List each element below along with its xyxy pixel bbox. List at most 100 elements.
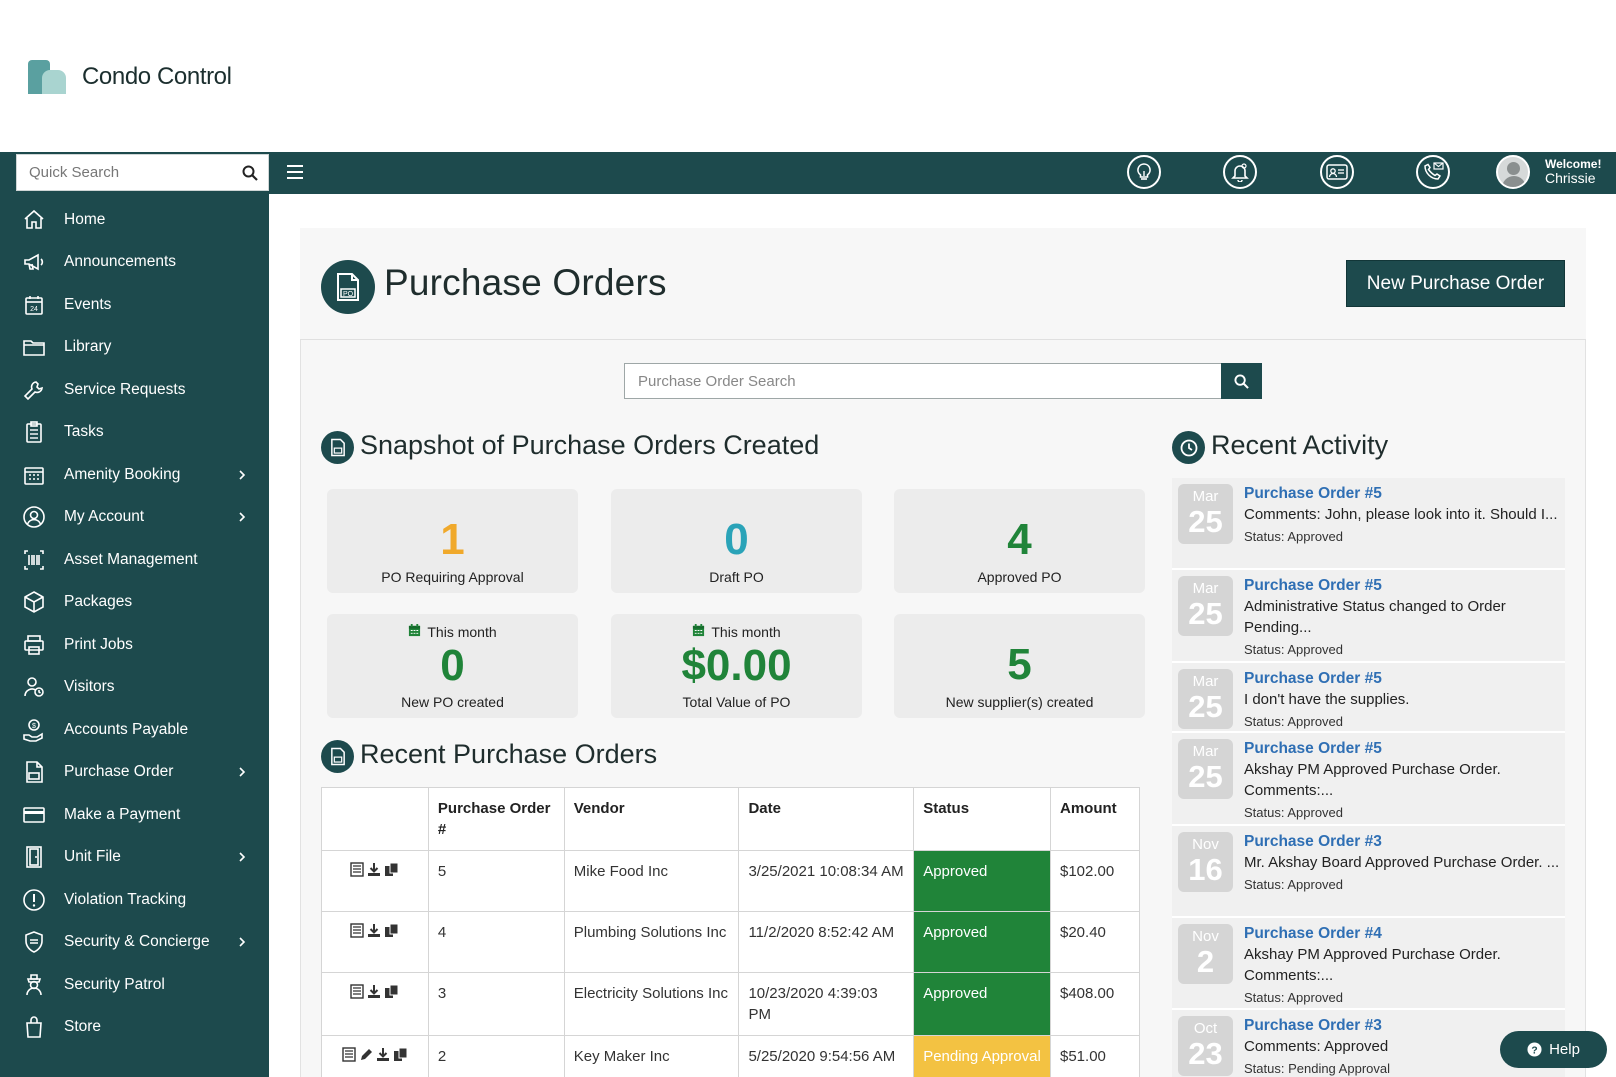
view-document-icon[interactable] [342, 1047, 356, 1068]
sidebar-item-label: Print Jobs [64, 636, 133, 653]
document-icon [321, 431, 354, 464]
edit-pencil-icon[interactable] [359, 1047, 373, 1068]
activity-title-link[interactable]: Purchase Order #5 [1244, 738, 1562, 759]
sidebar-item-service-requests[interactable]: Service Requests [0, 370, 269, 410]
sidebar-item-accounts-payable[interactable]: $ Accounts Payable [0, 710, 269, 750]
vendor-cell: Key Maker Inc [563, 1035, 740, 1077]
activity-title-link[interactable]: Purchase Order #5 [1244, 668, 1562, 689]
activity-item[interactable]: Mar 25 Purchase Order #5 Administrative Sta… [1172, 570, 1565, 663]
chevron-right-icon[interactable] [237, 470, 247, 480]
snapshot-label: Total Value of PO [682, 694, 791, 710]
activity-item[interactable]: Mar 25 Purchase Order #5 I don't have the s… [1172, 663, 1565, 733]
sidebar-item-tasks[interactable]: Tasks [0, 412, 269, 452]
chevron-right-icon[interactable] [237, 852, 247, 862]
menu-toggle-icon[interactable] [287, 164, 303, 180]
snapshot-card[interactable]: This month 0 New PO created [327, 614, 578, 718]
table-row[interactable]: 3 Electricity Solutions Inc 10/23/2020 4:3… [321, 972, 1140, 1036]
activity-item[interactable]: Nov 2 Purchase Order #4 Akshay PM Approved … [1172, 918, 1565, 1010]
sidebar-item-announcements[interactable]: Announcements [0, 242, 269, 282]
chevron-right-icon[interactable] [237, 767, 247, 777]
sidebar-item-label: Tasks [64, 423, 104, 440]
date-cell: 11/2/2020 8:52:42 AM [738, 911, 915, 973]
sidebar-item-label: Violation Tracking [64, 891, 187, 908]
sidebar-item-label: Events [64, 296, 112, 313]
table-row[interactable]: 5 Mike Food Inc 3/25/2021 10:08:34 AM Appro… [321, 850, 1140, 912]
view-document-icon[interactable] [350, 984, 365, 1005]
table-row[interactable]: 4 Plumbing Solutions Inc 11/2/2020 8:52:42… [321, 911, 1140, 973]
snapshot-card[interactable]: This month $0.00 Total Value of PO [611, 614, 862, 718]
user-avatar[interactable] [1496, 155, 1530, 189]
purchase-order-search-input[interactable] [624, 363, 1221, 399]
view-document-icon[interactable] [350, 862, 365, 883]
sidebar-item-unit-file[interactable]: Unit File [0, 837, 269, 877]
phone-mail-icon[interactable] [1416, 155, 1450, 189]
chevron-right-icon[interactable] [237, 512, 247, 522]
activity-body: Comments: John, please look into it. Sho… [1244, 506, 1558, 523]
document-icon [321, 740, 354, 773]
sidebar-item-library[interactable]: Library [0, 327, 269, 367]
sidebar-item-label: Make a Payment [64, 806, 181, 823]
snapshot-card[interactable]: 1 PO Requiring Approval [327, 489, 578, 593]
welcome-user[interactable]: Welcome! Chrissie [1545, 157, 1601, 185]
sidebar-item-store[interactable]: Store [0, 1007, 269, 1047]
welcome-label: Welcome! [1545, 157, 1602, 171]
sidebar-item-make-a-payment[interactable]: Make a Payment [0, 795, 269, 835]
sidebar-item-purchase-order[interactable]: Purchase Order [0, 752, 269, 792]
new-purchase-order-button[interactable]: New Purchase Order [1346, 260, 1565, 307]
download-icon[interactable] [367, 984, 381, 1005]
snapshot-label: New supplier(s) created [945, 694, 1094, 710]
download-icon[interactable] [367, 862, 381, 883]
activity-title-link[interactable]: Purchase Order #5 [1244, 483, 1562, 504]
activity-item[interactable]: Nov 16 Purchase Order #3 Mr. Akshay Board A… [1172, 826, 1565, 918]
sidebar-item-label: Unit File [64, 848, 121, 865]
search-icon[interactable] [232, 165, 268, 181]
sidebar-item-asset-management[interactable]: Asset Management [0, 540, 269, 580]
id-card-icon[interactable] [1320, 155, 1354, 189]
period-label: This month [327, 624, 578, 640]
sidebar-item-events[interactable]: 24 Events [0, 285, 269, 325]
search-button[interactable] [1221, 363, 1262, 399]
activity-date-badge: Oct 23 [1178, 1016, 1233, 1076]
copy-icon[interactable] [384, 984, 399, 1005]
activity-title-link[interactable]: Purchase Order #3 [1244, 831, 1562, 852]
status-badge: Approved [913, 972, 1051, 1036]
sidebar-item-my-account[interactable]: My Account [0, 497, 269, 537]
copy-icon[interactable] [384, 923, 399, 944]
status-badge: Approved [913, 850, 1051, 912]
quick-search-input[interactable] [17, 155, 232, 190]
copy-icon[interactable] [384, 862, 399, 883]
po-number-cell: 2 [427, 1035, 565, 1077]
lightbulb-icon[interactable] [1127, 155, 1161, 189]
bell-icon[interactable] [1223, 155, 1257, 189]
sidebar-item-print-jobs[interactable]: Print Jobs [0, 625, 269, 665]
sidebar-item-home[interactable]: Home [0, 200, 269, 240]
view-document-icon[interactable] [350, 923, 365, 944]
activity-item[interactable]: Mar 25 Purchase Order #5 Akshay PM Approved… [1172, 733, 1565, 826]
sidebar-item-amenity-booking[interactable]: Amenity Booking [0, 455, 269, 495]
chevron-right-icon[interactable] [237, 937, 247, 947]
snapshot-card[interactable]: 5 New supplier(s) created [894, 614, 1145, 718]
help-button[interactable]: ? Help [1500, 1031, 1607, 1068]
download-icon[interactable] [376, 1047, 390, 1068]
sidebar-item-visitors[interactable]: Visitors [0, 667, 269, 707]
activity-item[interactable]: Mar 25 Purchase Order #5 Comments: John, pl… [1172, 478, 1565, 570]
package-icon [22, 590, 46, 614]
table-header-row: Purchase Order # Vendor Date Status Amou… [321, 787, 1140, 851]
amount-cell: $51.00 [1050, 1035, 1140, 1077]
snapshot-value: 0 [440, 641, 465, 690]
download-icon[interactable] [367, 923, 381, 944]
copy-icon[interactable] [393, 1047, 408, 1068]
money-hand-icon: $ [22, 718, 46, 742]
brand-logo[interactable]: Condo Control [28, 60, 232, 94]
sidebar-item-security-patrol[interactable]: Security Patrol [0, 965, 269, 1005]
shield-icon [22, 930, 46, 954]
snapshot-card[interactable]: 4 Approved PO [894, 489, 1145, 593]
snapshot-label: New PO created [401, 694, 504, 710]
snapshot-card[interactable]: 0 Draft PO [611, 489, 862, 593]
sidebar-item-packages[interactable]: Packages [0, 582, 269, 622]
sidebar-item-security-concierge[interactable]: Security & Concierge [0, 922, 269, 962]
activity-title-link[interactable]: Purchase Order #5 [1244, 575, 1562, 596]
table-row[interactable]: 2 Key Maker Inc 5/25/2020 9:54:56 AM Pendin… [321, 1035, 1140, 1077]
sidebar-item-violation-tracking[interactable]: Violation Tracking [0, 880, 269, 920]
activity-title-link[interactable]: Purchase Order #4 [1244, 923, 1562, 944]
